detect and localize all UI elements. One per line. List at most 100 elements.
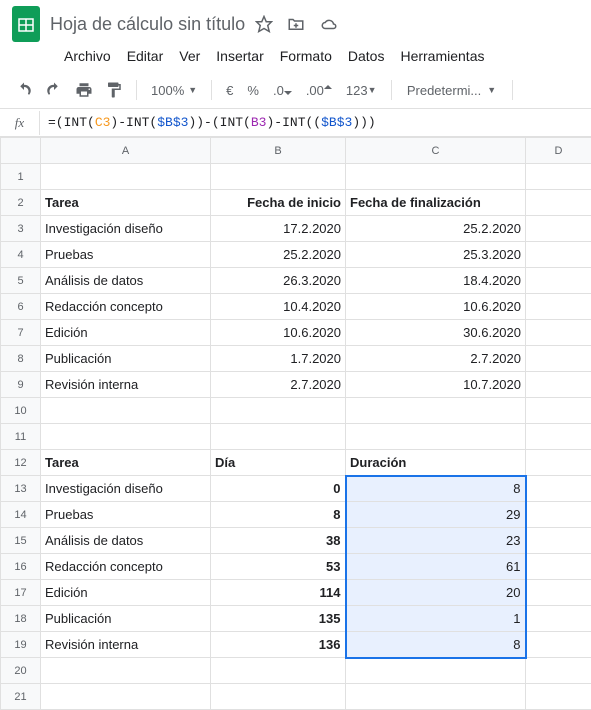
column-header[interactable]: B — [211, 138, 346, 164]
row-header[interactable]: 15 — [1, 528, 41, 554]
cell[interactable]: 8 — [346, 476, 526, 502]
menu-tools[interactable]: Herramientas — [394, 46, 490, 66]
cell[interactable] — [526, 242, 591, 268]
sheets-logo[interactable] — [12, 6, 40, 42]
cell[interactable]: Análisis de datos — [41, 528, 211, 554]
font-selector[interactable]: Predetermi...▼ — [402, 83, 502, 98]
cell[interactable]: 135 — [211, 606, 346, 632]
cell[interactable]: 136 — [211, 632, 346, 658]
row-header[interactable]: 16 — [1, 554, 41, 580]
decrease-decimal-button[interactable]: .0 — [269, 83, 296, 98]
row-header[interactable]: 14 — [1, 502, 41, 528]
cell[interactable]: Investigación diseño — [41, 216, 211, 242]
cell[interactable] — [211, 684, 346, 710]
cell[interactable] — [526, 554, 591, 580]
column-header[interactable]: C — [346, 138, 526, 164]
cell[interactable] — [526, 632, 591, 658]
cell[interactable]: 10.4.2020 — [211, 294, 346, 320]
cell[interactable]: Fecha de finalización — [346, 190, 526, 216]
menu-view[interactable]: Ver — [173, 46, 206, 66]
cell[interactable] — [526, 450, 591, 476]
cell[interactable]: 10.7.2020 — [346, 372, 526, 398]
cell[interactable]: Tarea — [41, 450, 211, 476]
cell[interactable]: Análisis de datos — [41, 268, 211, 294]
cell[interactable]: 2.7.2020 — [346, 346, 526, 372]
row-header[interactable]: 21 — [1, 684, 41, 710]
cell[interactable]: Revisión interna — [41, 372, 211, 398]
cell[interactable]: 18.4.2020 — [346, 268, 526, 294]
row-header[interactable]: 5 — [1, 268, 41, 294]
print-icon[interactable] — [72, 78, 96, 102]
cloud-icon[interactable] — [319, 15, 339, 33]
cell[interactable] — [526, 294, 591, 320]
cell[interactable]: Publicación — [41, 606, 211, 632]
cell[interactable] — [346, 658, 526, 684]
row-header[interactable]: 12 — [1, 450, 41, 476]
cell[interactable]: 17.2.2020 — [211, 216, 346, 242]
menu-file[interactable]: Archivo — [58, 46, 117, 66]
menu-format[interactable]: Formato — [274, 46, 338, 66]
cell[interactable]: 25.2.2020 — [346, 216, 526, 242]
move-icon[interactable] — [287, 15, 305, 33]
cell[interactable]: 26.3.2020 — [211, 268, 346, 294]
cell[interactable]: 8 — [211, 502, 346, 528]
cell[interactable]: 8 — [346, 632, 526, 658]
cell[interactable]: 1 — [346, 606, 526, 632]
cell[interactable] — [526, 580, 591, 606]
cell[interactable] — [346, 398, 526, 424]
cell[interactable] — [41, 684, 211, 710]
row-header[interactable]: 10 — [1, 398, 41, 424]
row-header[interactable]: 11 — [1, 424, 41, 450]
row-header[interactable]: 6 — [1, 294, 41, 320]
formula-input[interactable]: =(INT(C3)-INT($B$3))-(INT(B3)-INT(($B$3)… — [40, 111, 384, 134]
cell[interactable]: 10.6.2020 — [346, 294, 526, 320]
undo-icon[interactable] — [12, 78, 36, 102]
cell[interactable] — [346, 164, 526, 190]
cell[interactable]: 23 — [346, 528, 526, 554]
cell[interactable]: 10.6.2020 — [211, 320, 346, 346]
row-header[interactable]: 4 — [1, 242, 41, 268]
cell[interactable] — [526, 476, 591, 502]
cell[interactable] — [526, 216, 591, 242]
cell[interactable] — [526, 502, 591, 528]
cell[interactable] — [526, 658, 591, 684]
cell[interactable] — [526, 398, 591, 424]
row-header[interactable]: 8 — [1, 346, 41, 372]
select-all-corner[interactable] — [1, 138, 41, 164]
more-formats-button[interactable]: 123 ▼ — [342, 83, 381, 98]
redo-icon[interactable] — [42, 78, 66, 102]
cell[interactable]: 38 — [211, 528, 346, 554]
cell[interactable]: Investigación diseño — [41, 476, 211, 502]
cell[interactable]: Redacción concepto — [41, 294, 211, 320]
cell[interactable]: 61 — [346, 554, 526, 580]
column-header[interactable]: A — [41, 138, 211, 164]
cell[interactable] — [526, 164, 591, 190]
cell[interactable] — [41, 424, 211, 450]
cell[interactable]: 29 — [346, 502, 526, 528]
menu-insert[interactable]: Insertar — [210, 46, 269, 66]
cell[interactable] — [526, 346, 591, 372]
cell[interactable] — [526, 684, 591, 710]
cell[interactable]: 114 — [211, 580, 346, 606]
row-header[interactable]: 7 — [1, 320, 41, 346]
row-header[interactable]: 13 — [1, 476, 41, 502]
cell[interactable]: Revisión interna — [41, 632, 211, 658]
cell[interactable] — [526, 606, 591, 632]
cell[interactable]: 20 — [346, 580, 526, 606]
cell[interactable]: 53 — [211, 554, 346, 580]
cell[interactable] — [526, 528, 591, 554]
cell[interactable]: 2.7.2020 — [211, 372, 346, 398]
column-header[interactable]: D — [526, 138, 591, 164]
cell[interactable]: Fecha de inicio — [211, 190, 346, 216]
row-header[interactable]: 17 — [1, 580, 41, 606]
cell[interactable] — [41, 658, 211, 684]
document-title[interactable]: Hoja de cálculo sin título — [50, 14, 245, 35]
row-header[interactable]: 3 — [1, 216, 41, 242]
cell[interactable]: 25.3.2020 — [346, 242, 526, 268]
cell[interactable]: Edición — [41, 320, 211, 346]
cell[interactable]: Publicación — [41, 346, 211, 372]
cell[interactable]: Tarea — [41, 190, 211, 216]
row-header[interactable]: 2 — [1, 190, 41, 216]
cell[interactable]: Duración — [346, 450, 526, 476]
cell[interactable] — [346, 684, 526, 710]
